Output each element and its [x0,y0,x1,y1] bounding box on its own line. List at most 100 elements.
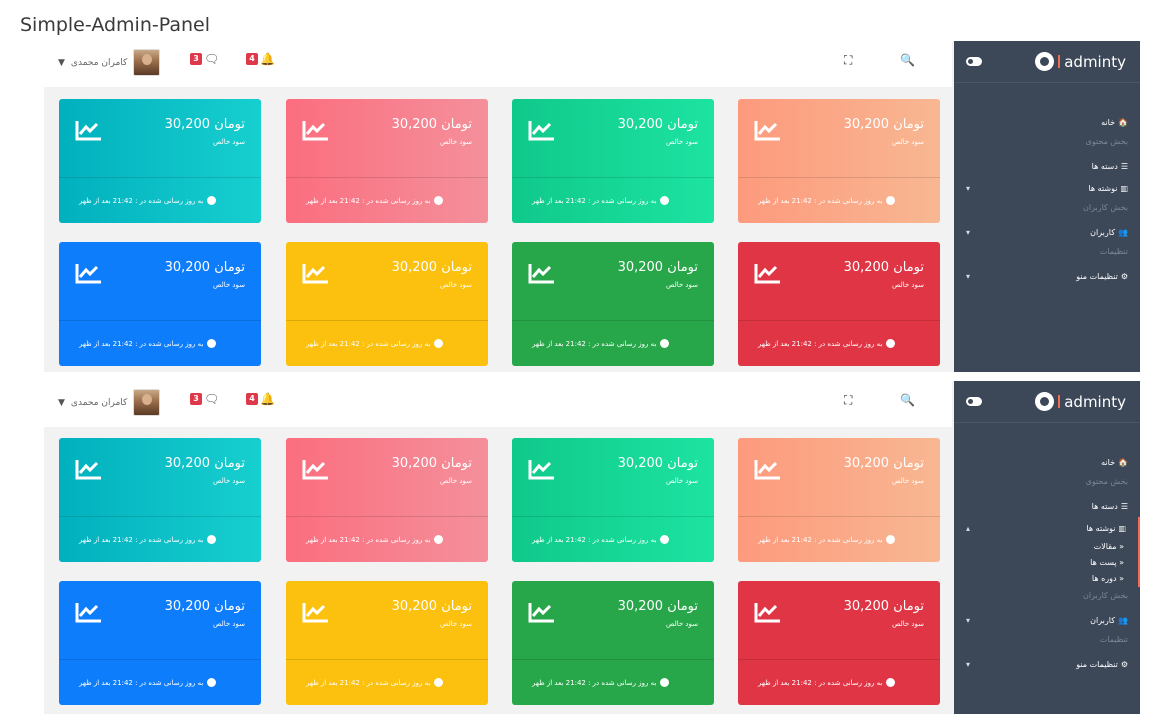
search-icon[interactable]: 🔍 [900,393,915,407]
chevron-down-icon[interactable]: ▼ [58,398,65,408]
toggle-icon[interactable] [966,57,982,66]
fullscreen-icon[interactable]: ⛶ [844,53,852,68]
chart-icon [528,121,554,141]
sidebar-header: adminty [954,41,1140,83]
logo-icon [1035,52,1055,71]
submenu-item-articles[interactable]: مقالات » [954,539,1140,555]
submenu-label: پست ها [1090,558,1117,567]
chevron-down-icon[interactable]: ▼ [58,58,65,68]
stat-card[interactable]: 30,200 تومان سود خالص به روز رسانی شده د… [738,99,940,223]
sidebar-item-posts[interactable]: ▾ نوشته ها ▥ [954,177,1140,199]
users-icon: 👥 [1118,615,1128,625]
sidebar-item-posts[interactable]: ▴ نوشته ها ▥ [954,517,1140,539]
card-footer: به روز رسانی شده در : 21:42 بعد از ظهر [512,177,714,223]
sidebar-item-label: کاربران [1090,227,1116,237]
logo-text: adminty [1064,392,1126,411]
stat-card[interactable]: 30,200 تومان سود خالص به روز رسانی شده د… [59,99,261,223]
stat-updated-text: به روز رسانی شده در : 21:42 بعد از ظهر [306,535,431,544]
sidebar-item-categories[interactable]: دسته ها ☰ [954,155,1140,177]
chart-icon: ▥ [1118,523,1126,533]
stat-amount: 30,200 تومان [617,456,698,471]
notifications-button[interactable]: 4 🔔 [246,393,275,405]
notifications-button[interactable]: 4 🔔 [246,53,275,65]
chart-icon [75,264,101,284]
clock-icon [434,339,444,348]
stat-updated-text: به روز رسانی شده در : 21:42 بعد از ظهر [758,339,883,348]
card-footer: به روز رسانی شده در : 21:42 بعد از ظهر [59,177,261,223]
stat-card[interactable]: 30,200 تومان سود خالص به روز رسانی شده د… [738,438,940,562]
stat-subtitle: سود خالص [213,620,245,628]
stat-card[interactable]: 30,200 تومان سود خالص به روز رسانی شده د… [512,438,714,562]
sidebar-item-label: کاربران [1090,615,1116,625]
sidebar-item-home[interactable]: خانه 🏠 [954,111,1140,133]
sidebar-item-categories[interactable]: دسته ها ☰ [954,495,1140,517]
user-menu[interactable]: ▼ کامران محمدی [58,49,161,76]
admin-panel-expanded: ▼ کامران محمدی 3 🗨 4 🔔 ⛶ 🔍 30,200 تومان … [44,381,1140,714]
messages-badge: 3 [190,393,202,405]
stat-card[interactable]: 30,200 تومان سود خالص به روز رسانی شده د… [738,581,940,705]
stat-card[interactable]: 30,200 تومان سود خالص به روز رسانی شده د… [512,581,714,705]
sidebar-section-label: بخش کاربران [1083,203,1128,212]
stat-amount: 30,200 تومان [391,599,472,614]
fullscreen-icon[interactable]: ⛶ [844,393,852,408]
sidebar-section-label: تنظیمات [1099,635,1128,644]
stat-card[interactable]: 30,200 تومان سود خالص به روز رسانی شده د… [286,581,488,705]
logo-text: adminty [1064,52,1126,71]
card-footer: به روز رسانی شده در : 21:42 بعد از ظهر [512,659,714,705]
logo: adminty [1035,52,1126,71]
sidebar-item-users[interactable]: ▾ کاربران 👥 [954,221,1140,243]
sidebar-item-menu-settings[interactable]: ▾ تنظیمات منو ⚙ [954,265,1140,287]
stat-card[interactable]: 30,200 تومان سود خالص به روز رسانی شده د… [738,242,940,366]
stat-card[interactable]: 30,200 تومان سود خالص به روز رسانی شده د… [512,242,714,366]
chart-icon [302,603,328,623]
chart-icon: ▥ [1120,183,1128,193]
sidebar-item-home[interactable]: خانه 🏠 [954,451,1140,473]
stat-subtitle: سود خالص [666,477,698,485]
sidebar: adminty خانه 🏠 بخش محتوی دسته ها ☰ ▾ نوشته … [954,41,1140,372]
page-title: Simple-Admin-Panel [20,14,210,36]
stat-card[interactable]: 30,200 تومان سود خالص به روز رسانی شده د… [59,438,261,562]
clock-icon [434,196,444,205]
sidebar-item-label: دسته ها [1091,501,1118,511]
chart-icon [528,460,554,480]
stat-updated-text: به روز رسانی شده در : 21:42 بعد از ظهر [306,339,431,348]
messages-button[interactable]: 3 🗨 [190,393,219,405]
stat-updated-text: به روز رسانی شده در : 21:42 بعد از ظهر [79,535,204,544]
toggle-icon[interactable] [966,397,982,406]
stat-amount: 30,200 تومان [164,599,245,614]
clock-icon [660,196,670,205]
card-footer: به روز رسانی شده در : 21:42 بعد از ظهر [59,659,261,705]
stat-card[interactable]: 30,200 تومان سود خالص به روز رسانی شده د… [59,581,261,705]
sidebar: adminty خانه 🏠 بخش محتوی دسته ها ☰ ▴ نوشته … [954,381,1140,714]
chart-icon [302,264,328,284]
stat-amount: 30,200 تومان [391,456,472,471]
user-name: کامران محمدی [70,397,128,408]
avatar[interactable] [133,389,161,416]
chart-icon [754,603,780,623]
submenu-item-courses[interactable]: دوره ها » [954,571,1140,587]
search-icon[interactable]: 🔍 [900,53,915,67]
sidebar-item-label: خانه [1101,457,1116,467]
card-footer: به روز رسانی شده در : 21:42 بعد از ظهر [738,516,940,562]
top-header: ▼ کامران محمدی 3 🗨 4 🔔 ⛶ 🔍 [44,381,952,427]
stat-card[interactable]: 30,200 تومان سود خالص به روز رسانی شده د… [286,242,488,366]
stat-subtitle: سود خالص [440,281,472,289]
stat-subtitle: سود خالص [213,281,245,289]
stat-card[interactable]: 30,200 تومان سود خالص به روز رسانی شده د… [512,99,714,223]
submenu-item-posts[interactable]: پست ها » [954,555,1140,571]
stat-amount: 30,200 تومان [617,117,698,132]
stat-card[interactable]: 30,200 تومان سود خالص به روز رسانی شده د… [59,242,261,366]
stat-amount: 30,200 تومان [164,117,245,132]
logo-icon [1035,392,1055,411]
clock-icon [434,678,444,687]
user-menu[interactable]: ▼ کامران محمدی [58,389,161,416]
sidebar-item-menu-settings[interactable]: ▾ تنظیمات منو ⚙ [954,653,1140,675]
notifications-badge: 4 [246,393,258,405]
avatar[interactable] [133,49,161,76]
stat-updated-text: به روز رسانی شده در : 21:42 بعد از ظهر [306,196,431,205]
stat-card[interactable]: 30,200 تومان سود خالص به روز رسانی شده د… [286,99,488,223]
stat-card[interactable]: 30,200 تومان سود خالص به روز رسانی شده د… [286,438,488,562]
stat-updated-text: به روز رسانی شده در : 21:42 بعد از ظهر [532,535,657,544]
messages-button[interactable]: 3 🗨 [190,53,219,65]
sidebar-item-users[interactable]: ▾ کاربران 👥 [954,609,1140,631]
